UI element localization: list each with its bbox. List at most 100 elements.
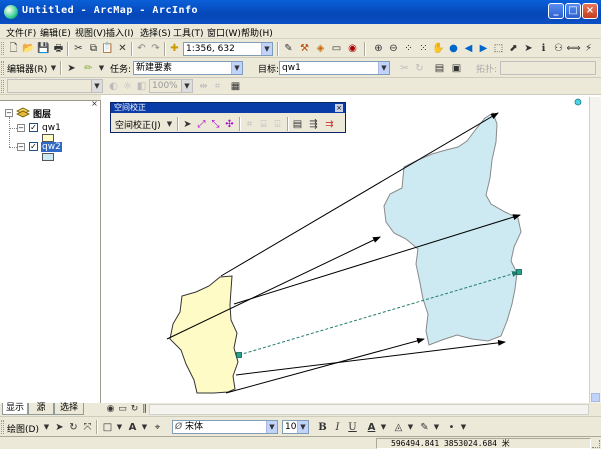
zoom-out-icon[interactable]: ⊖ xyxy=(387,42,400,55)
swipe-layer-icon[interactable]: ⇹ xyxy=(197,80,210,93)
chevron-down-icon[interactable]: ▼ xyxy=(297,421,308,433)
rotate-tool-icon[interactable]: ↻ xyxy=(413,62,426,75)
displacement-link[interactable] xyxy=(166,236,381,340)
spatial-adjustment-menu[interactable]: 空间校正(J) xyxy=(115,118,161,131)
menu-edit[interactable]: 编辑(E) xyxy=(40,26,71,39)
multi-displacement-icon[interactable]: ✣ xyxy=(223,118,236,131)
displacement-link[interactable] xyxy=(225,337,425,394)
target-combo[interactable]: qw1 ▼ xyxy=(279,61,390,75)
chevron-down-icon[interactable]: ▼ xyxy=(430,421,443,434)
edit-tool-icon[interactable]: ➤ xyxy=(65,62,78,75)
arccatalog-icon[interactable]: ◈ xyxy=(314,42,327,55)
italic-icon[interactable]: I xyxy=(331,421,344,434)
menu-view[interactable]: 视图(V) xyxy=(75,26,106,39)
chevron-down-icon[interactable]: ▼ xyxy=(181,80,192,92)
expand-collapse-icon[interactable]: − xyxy=(17,143,25,151)
chevron-down-icon[interactable]: ▼ xyxy=(91,80,102,92)
arctoolbox-icon[interactable]: ⚒ xyxy=(298,42,311,55)
find-binoculars-icon[interactable]: ⚇ xyxy=(552,42,565,55)
layer-name-qw2[interactable]: qw2 xyxy=(41,142,62,152)
window-title-bar[interactable]: Untitled - ArcMap - ArcInfo _ □ × xyxy=(0,0,601,24)
editor-menu-label[interactable]: 编辑器(R) xyxy=(7,62,47,75)
attribute-transfer-icon[interactable]: ⇶ xyxy=(307,118,320,131)
close-icon[interactable]: × xyxy=(90,100,99,108)
chevron-down-icon[interactable]: ▼ xyxy=(231,62,242,74)
select-elements-icon[interactable]: ➤ xyxy=(53,421,66,434)
layer-visibility-checkbox[interactable]: ✓ xyxy=(29,123,38,132)
command-line-icon[interactable]: ▭ xyxy=(330,42,343,55)
link-table-icon[interactable]: ▤ xyxy=(291,118,304,131)
adjust-brightness-icon[interactable]: ☼ xyxy=(121,80,134,93)
font-size-combo[interactable]: 10 ▼ xyxy=(282,420,309,434)
chevron-down-icon[interactable]: ▼ xyxy=(378,62,389,74)
layer-name-qw1[interactable]: qw1 xyxy=(42,123,61,133)
expand-collapse-icon[interactable]: − xyxy=(17,124,25,132)
map-scale-combo[interactable]: 1:356, 632 ▼ xyxy=(183,42,273,56)
pointer-icon[interactable]: ➤ xyxy=(522,42,535,55)
add-data-icon[interactable]: ✚ xyxy=(168,42,181,55)
clear-limited-icon[interactable]: ⌹ xyxy=(271,118,284,131)
hyperlink-icon[interactable]: ⚡ xyxy=(582,42,595,55)
toolbar-grip[interactable] xyxy=(1,42,4,55)
adjust-contrast-icon[interactable]: ◐ xyxy=(107,80,120,93)
menu-window[interactable]: 窗口(W) xyxy=(207,26,241,39)
rotate-icon[interactable]: ↻ xyxy=(67,421,80,434)
copy-icon[interactable]: ⧉ xyxy=(87,42,100,55)
layers-root-label[interactable]: 图层 xyxy=(33,107,51,120)
new-document-icon[interactable]: 🗋 xyxy=(7,42,20,55)
chevron-down-icon[interactable]: ▼ xyxy=(261,43,272,55)
map-display[interactable] xyxy=(103,97,589,403)
tab-selection[interactable]: 选择 xyxy=(54,403,84,415)
split-tool-icon[interactable]: ✂ xyxy=(398,62,411,75)
toolbar-grip[interactable] xyxy=(1,61,4,75)
back-arrow-icon[interactable]: ◀ xyxy=(462,42,475,55)
full-extent-globe-icon[interactable]: ● xyxy=(447,42,460,55)
identity-link-icon[interactable]: ⌗ xyxy=(243,118,256,131)
scroll-down-button[interactable] xyxy=(591,393,600,402)
menu-insert[interactable]: 插入(I) xyxy=(106,26,134,39)
horizontal-scrollbar[interactable] xyxy=(149,404,589,415)
save-icon[interactable]: 💾 xyxy=(37,42,50,55)
task-combo[interactable]: 新建要素 ▼ xyxy=(133,61,243,75)
paste-icon[interactable]: 📋 xyxy=(101,42,114,55)
attribute-transfer-mapping-icon[interactable]: ⇉ xyxy=(323,118,336,131)
target-polygon-qw2[interactable] xyxy=(383,112,522,346)
layer-symbol-swatch[interactable] xyxy=(42,153,54,161)
source-polygon-qw1[interactable] xyxy=(169,275,239,394)
topology-combo[interactable] xyxy=(500,61,596,75)
fixed-zoom-in-icon[interactable]: ⁘ xyxy=(402,42,415,55)
font-name-combo[interactable]: Ø 宋体 ▼ xyxy=(172,420,278,434)
menu-select[interactable]: 选择(S) xyxy=(140,26,171,39)
zoom-in-icon[interactable]: ⊕ xyxy=(372,42,385,55)
underline-icon[interactable]: U xyxy=(346,421,359,434)
chevron-down-icon[interactable]: ▼ xyxy=(163,118,176,131)
zoom-to-selected-icon[interactable]: ⤧ xyxy=(81,421,94,434)
undo-icon[interactable]: ↶ xyxy=(135,42,148,55)
print-icon[interactable]: 🖶 xyxy=(52,42,65,55)
limited-adjustment-icon[interactable]: ⌸ xyxy=(257,118,270,131)
toolbar-grip[interactable] xyxy=(1,420,4,434)
transparency-combo[interactable]: 100% ▼ xyxy=(149,79,193,93)
chevron-down-icon[interactable]: ▼ xyxy=(457,421,470,434)
layer-effects-icon[interactable]: ▦ xyxy=(229,80,242,93)
link-source-handle[interactable] xyxy=(236,352,242,358)
chevron-down-icon[interactable]: ▼ xyxy=(95,62,108,75)
chevron-down-icon[interactable]: ▼ xyxy=(113,421,126,434)
draw-menu-label[interactable]: 绘图(D) xyxy=(7,422,39,435)
editor-toolbar-icon[interactable]: ✎ xyxy=(282,42,295,55)
spatial-adjustment-title[interactable]: 空间校正 xyxy=(111,103,345,113)
model-builder-icon[interactable]: ◉ xyxy=(346,42,359,55)
close-button[interactable]: × xyxy=(582,3,598,19)
menu-file[interactable]: 文件(F) xyxy=(6,26,36,39)
fixed-zoom-out-icon[interactable]: ⁙ xyxy=(417,42,430,55)
vertical-scrollbar[interactable] xyxy=(589,97,601,403)
select-elements-icon[interactable]: ➤ xyxy=(181,118,194,131)
tab-display[interactable]: 显示 xyxy=(2,403,28,415)
resize-grip[interactable] xyxy=(592,440,600,448)
sketch-tool-icon[interactable]: ✏ xyxy=(82,62,95,75)
chevron-down-icon[interactable]: ▼ xyxy=(47,62,60,75)
layer-symbol-swatch[interactable] xyxy=(42,134,54,142)
minimize-button[interactable]: _ xyxy=(548,3,564,19)
maximize-button[interactable]: □ xyxy=(565,3,581,19)
bold-icon[interactable]: B xyxy=(316,421,329,434)
